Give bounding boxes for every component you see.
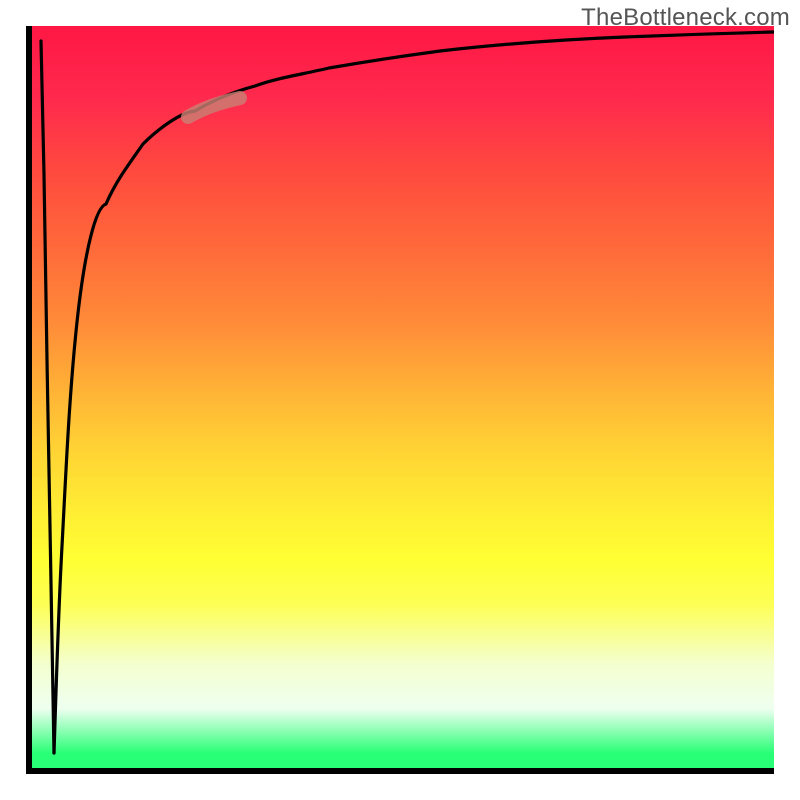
chart-background-gradient bbox=[32, 26, 774, 768]
chart-viewport: TheBottleneck.com bbox=[0, 0, 800, 800]
attribution-label: TheBottleneck.com bbox=[581, 4, 790, 32]
